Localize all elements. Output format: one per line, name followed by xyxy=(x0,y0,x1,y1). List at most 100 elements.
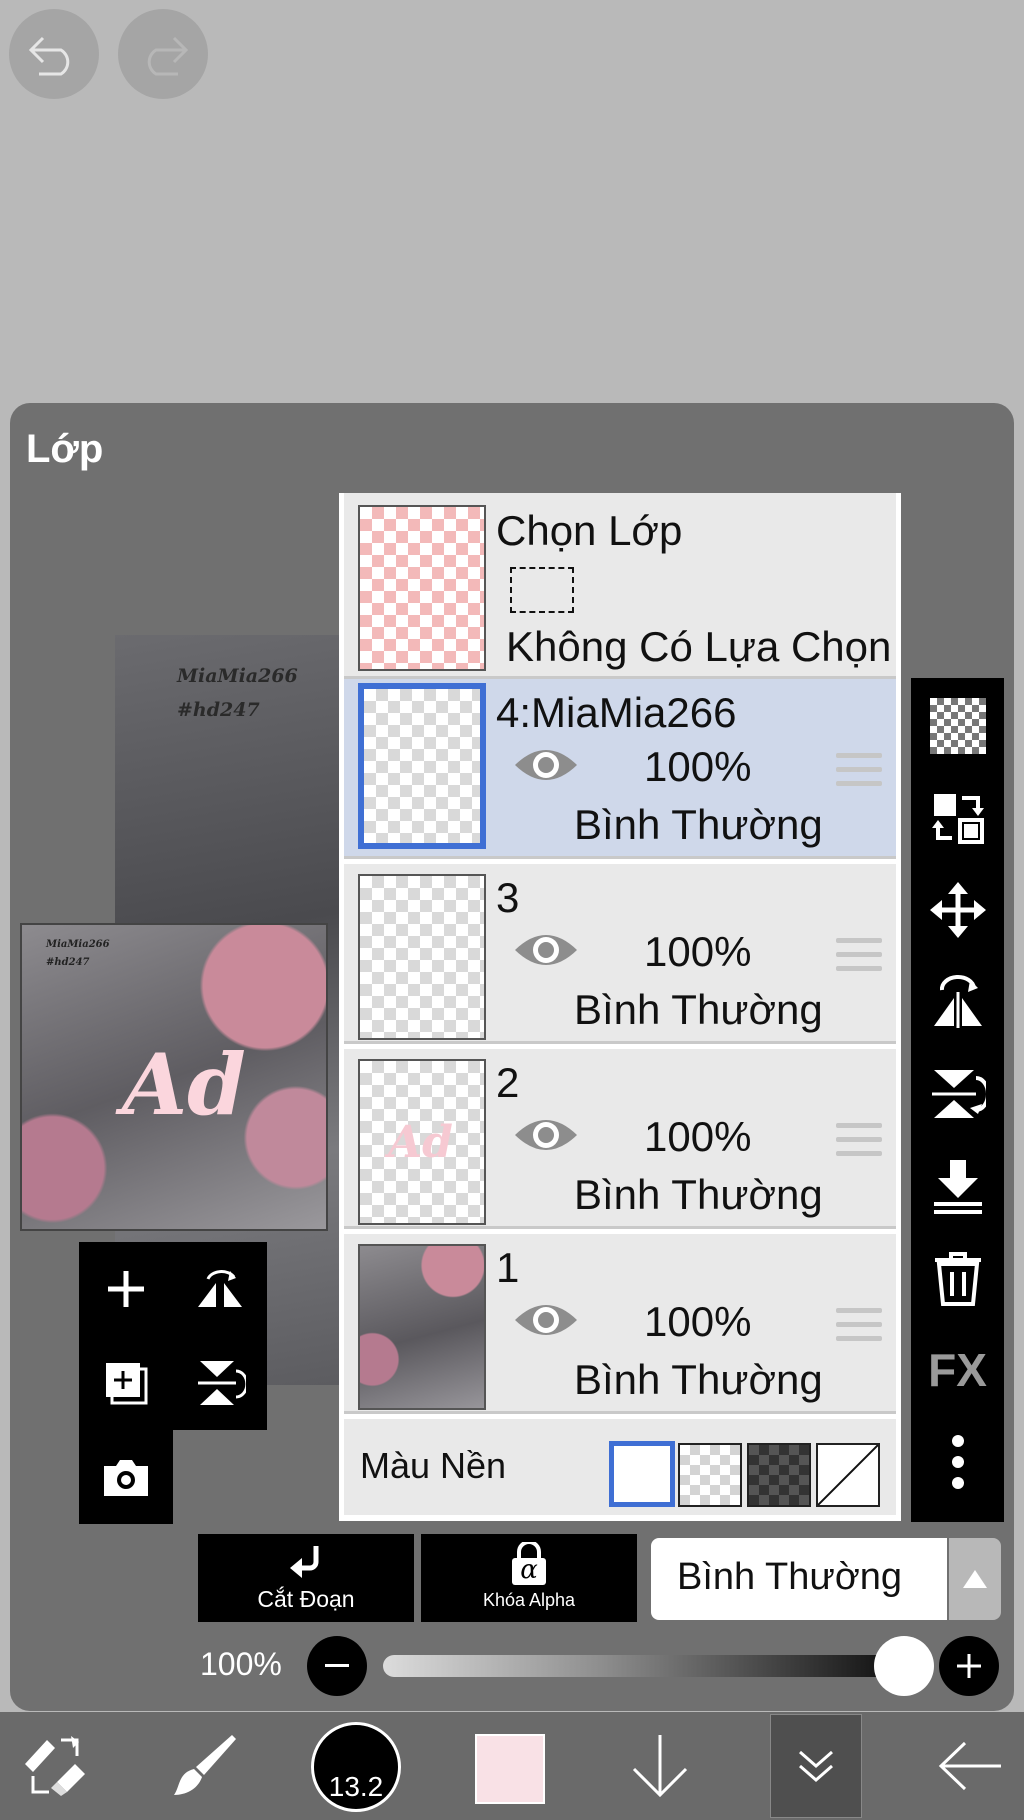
layer-thumbnail xyxy=(358,683,486,849)
blend-mode-value: Bình Thường xyxy=(677,1556,903,1598)
flip-vertical-icon xyxy=(931,1070,986,1118)
background-white-swatch[interactable] xyxy=(609,1441,675,1507)
drag-handle-icon[interactable] xyxy=(836,753,882,795)
opacity-increase-button[interactable] xyxy=(939,1636,999,1696)
more-options-button[interactable] xyxy=(911,1416,1004,1508)
drag-handle-icon[interactable] xyxy=(836,1308,882,1350)
layer-blend-mode: Bình Thường xyxy=(574,1171,823,1218)
background-checker-dark-swatch[interactable] xyxy=(747,1443,811,1507)
transparency-button[interactable] xyxy=(911,680,1004,772)
panel-title: Lớp xyxy=(26,427,104,471)
copy-transform-button[interactable] xyxy=(911,772,1004,864)
layers-toggle-button[interactable] xyxy=(770,1714,862,1818)
merge-down-icon xyxy=(933,1160,982,1214)
flip-vertical-icon xyxy=(198,1361,246,1405)
layer-opacity: 100% xyxy=(644,743,752,790)
visibility-eye-icon[interactable] xyxy=(512,1113,580,1157)
opacity-slider-track[interactable] xyxy=(383,1655,933,1677)
opacity-slider-thumb[interactable] xyxy=(874,1636,934,1696)
flip-vertical-button[interactable] xyxy=(173,1336,267,1430)
layer-opacity: 100% xyxy=(644,1298,752,1345)
layer-sidebar: FX xyxy=(911,678,1004,1522)
blend-mode-select[interactable]: Bình Thường xyxy=(651,1538,947,1620)
layer-row[interactable]: Ad 2 100% Bình Thường xyxy=(344,1049,896,1229)
move-down-button[interactable] xyxy=(620,1712,700,1820)
camera-icon xyxy=(104,1460,148,1496)
preview-watermark-line1: MiaMia266 xyxy=(46,939,110,950)
flip-horizontal-icon xyxy=(933,975,982,1028)
clipping-button[interactable]: Cắt Đoạn xyxy=(198,1534,414,1622)
canvas-watermark-line2: #hd247 xyxy=(177,699,260,721)
layer-row[interactable]: 4:MiaMia266 100% Bình Thường xyxy=(344,679,896,859)
alpha-lock-icon: α xyxy=(510,1542,548,1586)
layer-row[interactable]: 3 100% Bình Thường xyxy=(344,864,896,1044)
flip-horizontal-sidebar-button[interactable] xyxy=(911,956,1004,1048)
color-swatch-button[interactable] xyxy=(475,1734,545,1804)
layer-name: 3 xyxy=(496,874,520,921)
selection-layer-thumbnail xyxy=(358,505,486,671)
preview-image: MiaMia266 #hd247 Ad xyxy=(20,923,328,1231)
delete-layer-button[interactable] xyxy=(911,1232,1004,1324)
duplicate-icon xyxy=(106,1363,148,1405)
selection-layer-title: Chọn Lớp xyxy=(496,507,683,554)
background-none-swatch[interactable] xyxy=(816,1443,880,1507)
selection-status: Không Có Lựa Chọn xyxy=(506,623,892,670)
diagonal-slash-icon xyxy=(817,1444,879,1506)
move-button[interactable] xyxy=(911,864,1004,956)
clip-arrow-icon xyxy=(290,1545,319,1578)
merge-down-button[interactable] xyxy=(911,1140,1004,1232)
triangle-up-icon xyxy=(963,1570,987,1588)
visibility-eye-icon[interactable] xyxy=(512,743,580,787)
layer-blend-mode: Bình Thường xyxy=(574,986,823,1033)
layer-thumbnail: Ad xyxy=(358,1059,486,1225)
visibility-eye-icon[interactable] xyxy=(512,928,580,972)
arrow-left-icon xyxy=(938,1741,1001,1791)
add-layer-button[interactable] xyxy=(79,1242,173,1336)
checkerboard-icon xyxy=(929,698,986,754)
undo-button[interactable] xyxy=(9,9,99,99)
undo-icon xyxy=(28,36,70,76)
camera-button[interactable] xyxy=(79,1430,173,1524)
brush-tool-button[interactable] xyxy=(160,1712,250,1820)
opacity-decrease-button[interactable] xyxy=(307,1636,367,1696)
alpha-lock-label: Khóa Alpha xyxy=(482,1589,576,1610)
visibility-eye-icon[interactable] xyxy=(512,1298,580,1342)
more-vertical-icon xyxy=(951,1435,964,1489)
layer-swap-icon xyxy=(931,794,984,844)
flip-vertical-sidebar-button[interactable] xyxy=(911,1048,1004,1140)
drag-handle-icon[interactable] xyxy=(836,1123,882,1165)
double-chevron-down-icon xyxy=(799,1750,833,1782)
transform-tool-button[interactable] xyxy=(0,1712,110,1820)
canvas-watermark-line1: MiaMia266 xyxy=(177,665,298,687)
layer-blend-mode: Bình Thường xyxy=(574,801,823,848)
background-color-label: Màu Nền xyxy=(360,1445,507,1486)
layer-name: 2 xyxy=(496,1059,520,1106)
layer-row[interactable]: 1 100% Bình Thường xyxy=(344,1234,896,1414)
alpha-symbol: α xyxy=(520,1555,538,1585)
background-checker-light-swatch[interactable] xyxy=(678,1443,742,1507)
selection-marquee-icon xyxy=(510,567,574,613)
preview-watermark-line2: #hd247 xyxy=(46,957,90,968)
blend-mode-dropdown-button[interactable] xyxy=(949,1538,1001,1620)
layers-list: Chọn Lớp Không Có Lựa Chọn 4:MiaMia266 1… xyxy=(339,493,901,1521)
bottom-toolbar: 13.2 xyxy=(0,1712,1024,1820)
back-button[interactable] xyxy=(920,1712,1020,1820)
drag-handle-icon[interactable] xyxy=(836,938,882,980)
flip-horizontal-button[interactable] xyxy=(173,1242,267,1336)
minus-icon xyxy=(325,1664,349,1667)
layer-name: 4:MiaMia266 xyxy=(496,689,737,736)
brush-size-button[interactable]: 13.2 xyxy=(311,1722,401,1812)
fx-button[interactable]: FX xyxy=(911,1324,1004,1416)
arrow-down-icon xyxy=(632,1735,688,1798)
brush-icon xyxy=(174,1735,236,1795)
selection-layer-row[interactable]: Chọn Lớp Không Có Lựa Chọn xyxy=(344,493,896,679)
opacity-label: 100% xyxy=(200,1646,282,1682)
redo-button[interactable] xyxy=(118,9,208,99)
layer-name: 1 xyxy=(496,1244,520,1291)
alpha-lock-button[interactable]: α Khóa Alpha xyxy=(421,1534,637,1622)
layer-thumbnail xyxy=(358,1244,486,1410)
move-arrows-icon xyxy=(929,882,986,938)
duplicate-layer-button[interactable] xyxy=(79,1336,173,1430)
redo-icon xyxy=(147,36,189,76)
layer-opacity: 100% xyxy=(644,1113,752,1160)
